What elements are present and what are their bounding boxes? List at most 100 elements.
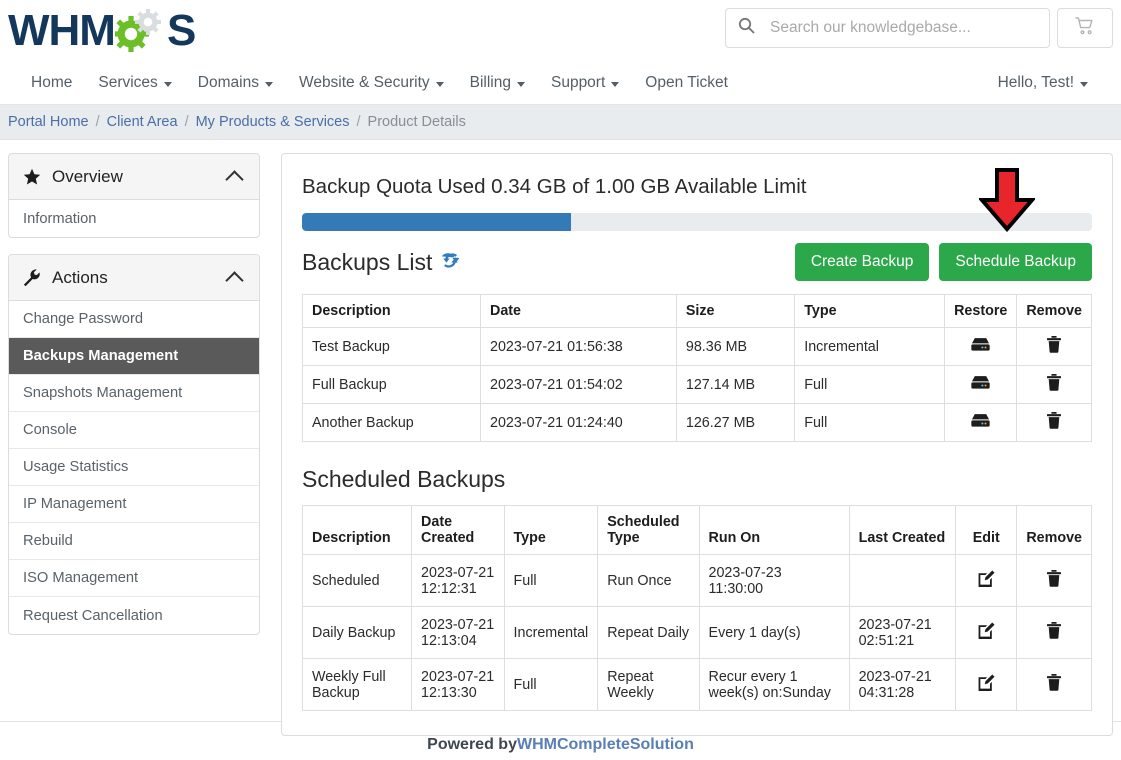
- table-row: Another Backup 2023-07-21 01:24:40 126.2…: [303, 404, 1092, 442]
- sidebar-item-usage-statistics[interactable]: Usage Statistics: [9, 449, 259, 486]
- table-row: Test Backup 2023-07-21 01:56:38 98.36 MB…: [303, 328, 1092, 366]
- restore-backup-button[interactable]: [945, 328, 1017, 366]
- main-navigation: Home Services Domains Website & Security…: [0, 62, 1121, 105]
- cell-scheduled-type: Repeat Weekly: [598, 659, 699, 711]
- scheduled-backups-table: Description Date Created Type Scheduled …: [302, 505, 1092, 711]
- footer-link[interactable]: WHMCompleteSolution: [517, 736, 694, 754]
- trash-icon: [1047, 412, 1061, 429]
- wrench-icon: [23, 269, 41, 287]
- account-menu[interactable]: Hello, Test!: [985, 62, 1101, 105]
- trash-icon: [1047, 570, 1061, 587]
- nav-item-billing[interactable]: Billing: [457, 62, 538, 105]
- col-type: Type: [504, 506, 598, 555]
- nav-label: Home: [31, 74, 72, 92]
- cell-description: Daily Backup: [303, 607, 412, 659]
- sidebar-item-iso-management[interactable]: ISO Management: [9, 560, 259, 597]
- breadcrumb-separator: /: [357, 114, 361, 130]
- footer-text: Powered by: [427, 736, 517, 754]
- edit-schedule-button[interactable]: [956, 659, 1017, 711]
- sidebar-panel-header-overview[interactable]: Overview: [9, 154, 259, 200]
- cell-date-created: 2023-07-21 12:12:31: [412, 555, 504, 607]
- nav-label: Support: [551, 74, 605, 92]
- pen-to-square-icon: [978, 622, 995, 639]
- col-edit: Edit: [956, 506, 1017, 555]
- sidebar-item-change-password[interactable]: Change Password: [9, 301, 259, 338]
- breadcrumb-item-my-products-services[interactable]: My Products & Services: [196, 114, 350, 130]
- chevron-up-icon[interactable]: [225, 170, 243, 188]
- sidebar-item-label: Information: [23, 211, 96, 227]
- sidebar-item-ip-management[interactable]: IP Management: [9, 486, 259, 523]
- nav-item-home[interactable]: Home: [18, 62, 85, 105]
- trash-icon: [1047, 622, 1061, 639]
- chevron-down-icon: [611, 82, 619, 87]
- breadcrumb-item-product-details: Product Details: [368, 114, 466, 130]
- cell-type: Incremental: [795, 328, 945, 366]
- sidebar-panel-actions: Actions Change Password Backups Manageme…: [8, 254, 260, 635]
- search-input[interactable]: [768, 18, 1037, 38]
- chevron-up-icon[interactable]: [225, 271, 243, 289]
- refresh-icon[interactable]: [441, 249, 460, 276]
- col-remove: Remove: [1017, 506, 1092, 555]
- edit-schedule-button[interactable]: [956, 607, 1017, 659]
- cell-description: Scheduled: [303, 555, 412, 607]
- cell-description: Full Backup: [303, 366, 481, 404]
- col-description: Description: [303, 506, 412, 555]
- nav-label: Billing: [470, 74, 511, 92]
- sidebar-item-label: Snapshots Management: [23, 385, 182, 401]
- nav-item-services[interactable]: Services: [85, 62, 184, 105]
- sidebar-panel-overview: Overview Information: [8, 153, 260, 238]
- whmcs-logo[interactable]: WHM: [8, 8, 195, 54]
- col-date: Date: [481, 295, 677, 328]
- nav-item-website-security[interactable]: Website & Security: [286, 62, 457, 105]
- cell-date-created: 2023-07-21 12:13:04: [412, 607, 504, 659]
- backups-list-header: Backups List Create Backup Schedule Back…: [302, 242, 1092, 282]
- sidebar-item-information[interactable]: Information: [9, 200, 259, 237]
- table-row: Full Backup 2023-07-21 01:54:02 127.14 M…: [303, 366, 1092, 404]
- breadcrumb-item-client-area[interactable]: Client Area: [107, 114, 178, 130]
- remove-backup-button[interactable]: [1017, 404, 1092, 442]
- page-title: Backups List: [302, 249, 432, 276]
- remove-backup-button[interactable]: [1017, 328, 1092, 366]
- sidebar-item-snapshots-management[interactable]: Snapshots Management: [9, 375, 259, 412]
- col-description: Description: [303, 295, 481, 328]
- sidebar-item-label: Usage Statistics: [23, 459, 128, 475]
- cart-button[interactable]: [1057, 8, 1113, 48]
- nav-item-support[interactable]: Support: [538, 62, 632, 105]
- breadcrumb-item-portal-home[interactable]: Portal Home: [8, 114, 89, 130]
- sidebar-item-console[interactable]: Console: [9, 412, 259, 449]
- edit-schedule-button[interactable]: [956, 555, 1017, 607]
- remove-schedule-button[interactable]: [1017, 555, 1092, 607]
- sidebar-item-label: IP Management: [23, 496, 126, 512]
- sidebar-item-backups-management[interactable]: Backups Management: [9, 338, 259, 375]
- sidebar: Overview Information Actions Change Pass…: [8, 153, 260, 651]
- sidebar-panel-header-actions[interactable]: Actions: [9, 255, 259, 301]
- restore-backup-button[interactable]: [945, 366, 1017, 404]
- sidebar-item-rebuild[interactable]: Rebuild: [9, 523, 259, 560]
- sidebar-panel-title: Actions: [52, 268, 228, 288]
- table-header-row: Description Date Created Type Scheduled …: [303, 506, 1092, 555]
- search-box[interactable]: [725, 8, 1050, 48]
- remove-schedule-button[interactable]: [1017, 659, 1092, 711]
- cell-date: 2023-07-21 01:54:02: [481, 366, 677, 404]
- cell-type: Full: [504, 555, 598, 607]
- hard-drive-icon: [971, 413, 990, 428]
- schedule-backup-button[interactable]: Schedule Backup: [939, 243, 1092, 281]
- table-row: Daily Backup 2023-07-21 12:13:04 Increme…: [303, 607, 1092, 659]
- page-body: Overview Information Actions Change Pass…: [0, 140, 1121, 707]
- nav-item-account[interactable]: Hello, Test!: [985, 62, 1101, 105]
- logo-text-right: S: [167, 9, 195, 53]
- cell-type: Incremental: [504, 607, 598, 659]
- hard-drive-icon: [971, 375, 990, 390]
- remove-backup-button[interactable]: [1017, 366, 1092, 404]
- sidebar-item-request-cancellation[interactable]: Request Cancellation: [9, 597, 259, 634]
- restore-backup-button[interactable]: [945, 404, 1017, 442]
- create-backup-button[interactable]: Create Backup: [795, 243, 930, 281]
- logo-gear-icon: [115, 8, 167, 54]
- sidebar-item-label: Change Password: [23, 311, 143, 327]
- nav-item-open-ticket[interactable]: Open Ticket: [632, 62, 741, 105]
- cell-run-on: Recur every 1 week(s) on:Sunday: [699, 659, 849, 711]
- cell-type: Full: [795, 404, 945, 442]
- nav-item-domains[interactable]: Domains: [185, 62, 286, 105]
- trash-icon: [1047, 374, 1061, 391]
- remove-schedule-button[interactable]: [1017, 607, 1092, 659]
